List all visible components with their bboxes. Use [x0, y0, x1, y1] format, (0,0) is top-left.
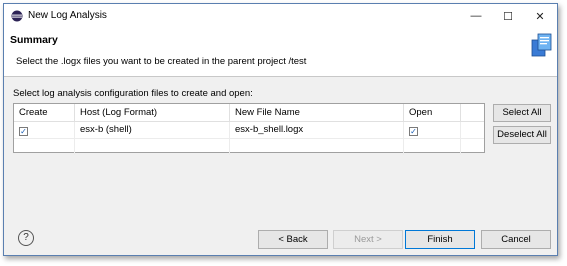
maximize-button[interactable]: ☐	[492, 4, 524, 28]
list-label: Select log analysis configuration files …	[13, 88, 253, 99]
next-button[interactable]: Next >	[333, 230, 403, 249]
table-row[interactable]: ✓ esx-b (shell) esx-b_shell.logx ✓	[14, 122, 484, 139]
column-header-host[interactable]: Host (Log Format)	[75, 104, 230, 121]
close-icon: ✕	[535, 10, 545, 23]
help-icon[interactable]: ?	[18, 230, 34, 246]
open-checkbox[interactable]: ✓	[409, 127, 418, 136]
create-cell: ✓	[14, 122, 75, 138]
select-all-button[interactable]: Select All	[493, 104, 551, 122]
close-button[interactable]: ✕	[524, 4, 556, 28]
file-name-cell[interactable]: esx-b_shell.logx	[230, 122, 404, 138]
column-header-open[interactable]: Open	[404, 104, 461, 121]
minimize-icon: —	[470, 10, 482, 22]
page-description: Select the .logx files you want to be cr…	[16, 56, 307, 67]
table-header: Create Host (Log Format) New File Name O…	[14, 104, 484, 122]
dialog-window: New Log Analysis — ☐ ✕ Summary Select th…	[3, 3, 558, 256]
open-cell: ✓	[404, 122, 461, 138]
title-bar: New Log Analysis — ☐ ✕	[4, 4, 557, 28]
column-header-create[interactable]: Create	[14, 104, 75, 121]
page-title: Summary	[10, 34, 58, 46]
eclipse-icon	[11, 10, 23, 22]
window-title: New Log Analysis	[28, 10, 107, 21]
maximize-icon: ☐	[503, 10, 513, 23]
list-label-text: Select log analysis configuration files …	[13, 88, 253, 99]
cancel-button[interactable]: Cancel	[481, 230, 551, 249]
check-icon: ✓	[410, 127, 417, 136]
check-icon: ✓	[20, 127, 27, 136]
back-button[interactable]: < Back	[258, 230, 328, 249]
log-file-icon	[531, 33, 552, 57]
table-row-empty	[14, 139, 484, 155]
minimize-button[interactable]: —	[460, 4, 492, 28]
host-cell: esx-b (shell)	[75, 122, 230, 138]
finish-button[interactable]: Finish	[405, 230, 475, 249]
files-table[interactable]: Create Host (Log Format) New File Name O…	[13, 103, 485, 155]
create-checkbox[interactable]: ✓	[19, 127, 28, 136]
deselect-all-button[interactable]: Deselect All	[493, 126, 551, 144]
wizard-banner: Summary Select the .logx files you want …	[4, 28, 557, 77]
column-header-file[interactable]: New File Name	[230, 104, 404, 121]
